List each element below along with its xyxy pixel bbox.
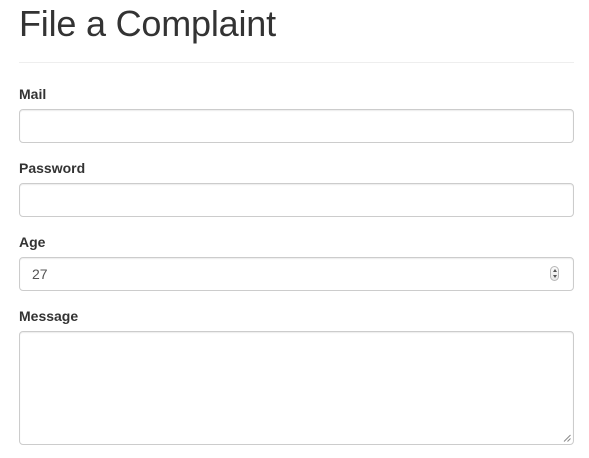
mail-label: Mail: [19, 86, 47, 102]
message-textarea[interactable]: [19, 331, 574, 445]
password-input[interactable]: [19, 183, 574, 217]
age-input[interactable]: 27: [19, 257, 574, 291]
spinner-up-icon[interactable]: [552, 269, 557, 272]
number-spinner-icon[interactable]: [550, 266, 559, 281]
message-label: Message: [19, 308, 79, 324]
page-title: File a Complaint: [19, 3, 276, 44]
password-label: Password: [19, 160, 86, 176]
spinner-down-icon[interactable]: [552, 275, 557, 278]
complaint-page: File a Complaint Mail Password Age 27 Me…: [0, 0, 589, 458]
age-value: 27: [32, 266, 48, 282]
resize-grip-icon[interactable]: [563, 434, 571, 442]
mail-input[interactable]: [19, 109, 574, 143]
age-label: Age: [19, 234, 46, 250]
title-divider: [19, 62, 574, 63]
